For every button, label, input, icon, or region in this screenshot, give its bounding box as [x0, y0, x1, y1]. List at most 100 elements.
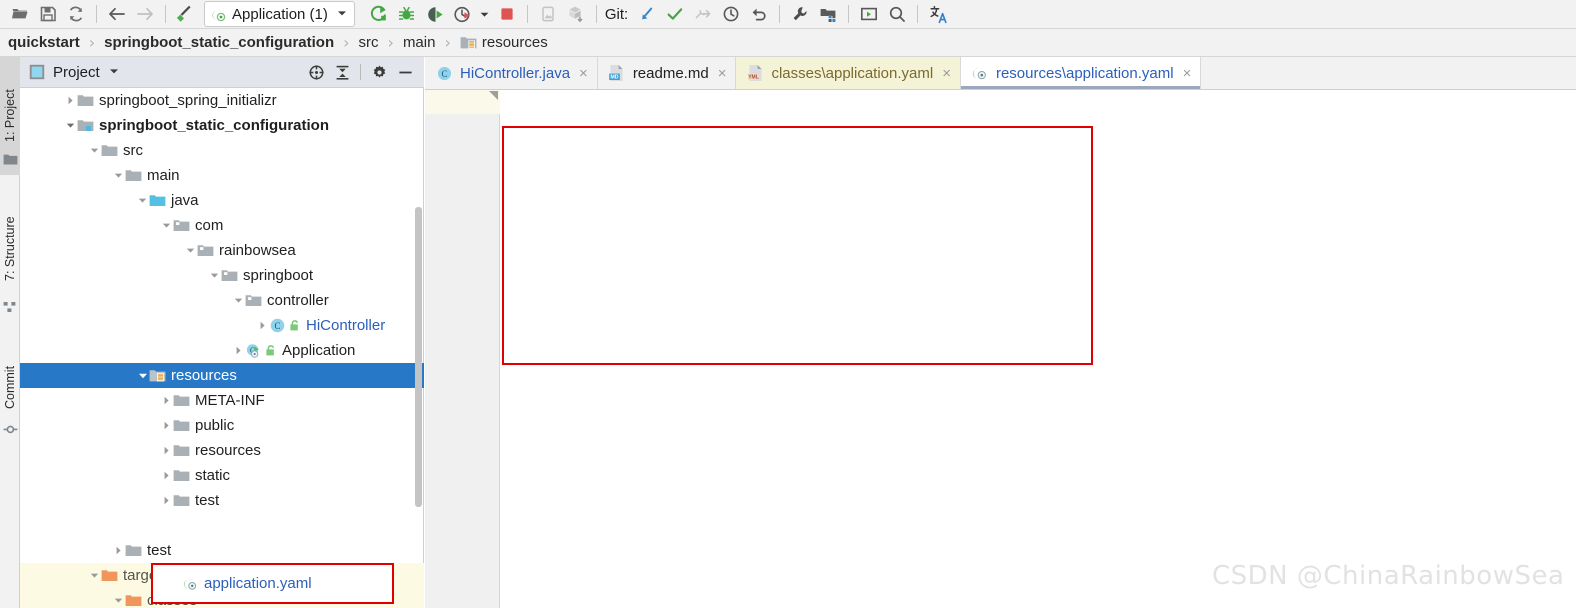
breadcrumb-separator: ›: [343, 33, 349, 52]
tree-row[interactable]: static: [20, 463, 424, 488]
tab-readme-md[interactable]: MD readme.md ×: [598, 57, 737, 89]
tree-row[interactable]: springboot_spring_initializr: [20, 88, 424, 113]
tab-label: resources\application.yaml: [996, 65, 1174, 82]
breadcrumb-item-main[interactable]: main: [403, 34, 436, 51]
tree-row[interactable]: com: [20, 213, 424, 238]
chevron-right-icon[interactable]: [232, 344, 245, 357]
breadcrumb-item-module[interactable]: springboot_static_configuration: [104, 34, 334, 51]
tree-row-selected[interactable]: resources: [20, 363, 424, 388]
git-push-icon[interactable]: [689, 1, 717, 27]
close-icon[interactable]: ×: [718, 66, 727, 81]
chevron-down-icon[interactable]: [112, 169, 125, 182]
chevron-down-icon[interactable]: [136, 194, 149, 207]
debug-icon[interactable]: [393, 1, 421, 27]
package-icon: [245, 293, 262, 309]
tree-row[interactable]: META-INF: [20, 388, 424, 413]
profile-icon[interactable]: [449, 1, 477, 27]
chevron-right-icon[interactable]: [64, 94, 77, 107]
tree-row[interactable]: controller: [20, 288, 424, 313]
chevron-down-icon[interactable]: [232, 294, 245, 307]
chevron-right-icon[interactable]: [112, 544, 125, 557]
scroll-from-source-icon[interactable]: [303, 59, 329, 85]
search-everywhere-icon[interactable]: [883, 1, 911, 27]
device-manager-icon[interactable]: [534, 1, 562, 27]
tab-hicontroller-java[interactable]: C HiController.java ×: [425, 57, 598, 89]
sync-gradle-icon[interactable]: [562, 1, 590, 27]
fold-marker-icon[interactable]: [489, 91, 498, 100]
chevron-down-icon[interactable]: [64, 119, 77, 132]
tab-resources-application-yaml[interactable]: resources\application.yaml ×: [961, 57, 1201, 89]
git-label: Git:: [605, 6, 628, 23]
chevron-right-icon[interactable]: [160, 394, 173, 407]
back-arrow-icon[interactable]: [103, 1, 131, 27]
chevron-down-icon[interactable]: [88, 144, 101, 157]
chevron-down-icon[interactable]: [160, 219, 173, 232]
breadcrumb-item-resources[interactable]: resources: [482, 34, 548, 51]
chevron-down-icon[interactable]: [88, 569, 101, 582]
settings-wrench-icon[interactable]: [786, 1, 814, 27]
tree-row[interactable]: main: [20, 163, 424, 188]
chevron-down-icon[interactable]: [336, 6, 348, 23]
git-history-icon[interactable]: [717, 1, 745, 27]
spring-yaml-icon: [182, 576, 199, 592]
tree-row[interactable]: test: [20, 488, 424, 513]
git-commit-icon[interactable]: [661, 1, 689, 27]
git-update-icon[interactable]: [633, 1, 661, 27]
spring-boot-run-config-icon: [210, 6, 227, 22]
project-structure-icon[interactable]: [814, 1, 842, 27]
resources-folder-icon: [149, 368, 166, 384]
tree-row[interactable]: public: [20, 413, 424, 438]
terminal-icon[interactable]: [855, 1, 883, 27]
run-icon[interactable]: [365, 1, 393, 27]
collapse-all-icon[interactable]: [329, 59, 355, 85]
tree-row[interactable]: test: [20, 538, 424, 563]
tree-row[interactable]: rainbowsea: [20, 238, 424, 263]
translate-icon[interactable]: [924, 1, 952, 27]
tree-row[interactable]: C HiController: [20, 313, 424, 338]
project-panel-actions: [303, 59, 424, 85]
tree-row[interactable]: springboot_static_configuration: [20, 113, 424, 138]
project-tree[interactable]: springboot_spring_initializr springboot_…: [20, 88, 424, 608]
chevron-down-icon[interactable]: [136, 369, 149, 382]
breadcrumb-item-quickstart[interactable]: quickstart: [8, 34, 80, 51]
chevron-right-icon[interactable]: [160, 494, 173, 507]
tree-label: test: [195, 493, 219, 508]
tab-label: HiController.java: [460, 65, 570, 82]
folder-icon: [125, 168, 142, 184]
save-all-icon[interactable]: [34, 1, 62, 27]
hide-panel-icon[interactable]: [392, 59, 418, 85]
run-with-coverage-icon[interactable]: [421, 1, 449, 27]
stop-icon[interactable]: [493, 1, 521, 27]
tree-label-application-yaml[interactable]: application.yaml: [204, 576, 312, 591]
chevron-down-icon[interactable]: [108, 64, 120, 81]
tree-row[interactable]: springboot: [20, 263, 424, 288]
profile-dropdown-icon[interactable]: [477, 1, 493, 27]
close-icon[interactable]: ×: [942, 66, 951, 81]
tree-row[interactable]: src: [20, 138, 424, 163]
sidebar-item-structure[interactable]: 7: Structure: [0, 179, 20, 319]
public-lock-icon: [289, 319, 302, 333]
chevron-right-icon[interactable]: [160, 444, 173, 457]
chevron-down-icon[interactable]: [184, 244, 197, 257]
tree-row[interactable]: java: [20, 188, 424, 213]
chevron-down-icon[interactable]: [208, 269, 221, 282]
chevron-down-icon[interactable]: [112, 594, 125, 607]
chevron-right-icon[interactable]: [256, 319, 269, 332]
tree-row[interactable]: resources: [20, 438, 424, 463]
close-icon[interactable]: ×: [579, 66, 588, 81]
git-rollback-icon[interactable]: [745, 1, 773, 27]
chevron-right-icon[interactable]: [160, 469, 173, 482]
open-folder-icon[interactable]: [6, 1, 34, 27]
tree-scrollbar[interactable]: [415, 207, 422, 507]
settings-gear-icon[interactable]: [366, 59, 392, 85]
sync-icon[interactable]: [62, 1, 90, 27]
close-icon[interactable]: ×: [1183, 66, 1192, 81]
editor-gutter[interactable]: [425, 90, 500, 608]
forward-arrow-icon[interactable]: [131, 1, 159, 27]
tab-classes-application-yaml[interactable]: YML classes\application.yaml ×: [736, 57, 961, 89]
tree-row[interactable]: C Application: [20, 338, 424, 363]
breadcrumb-item-src[interactable]: src: [359, 34, 379, 51]
build-hammer-icon[interactable]: [172, 1, 200, 27]
chevron-right-icon[interactable]: [160, 419, 173, 432]
run-configuration-selector[interactable]: Application (1): [204, 1, 355, 27]
